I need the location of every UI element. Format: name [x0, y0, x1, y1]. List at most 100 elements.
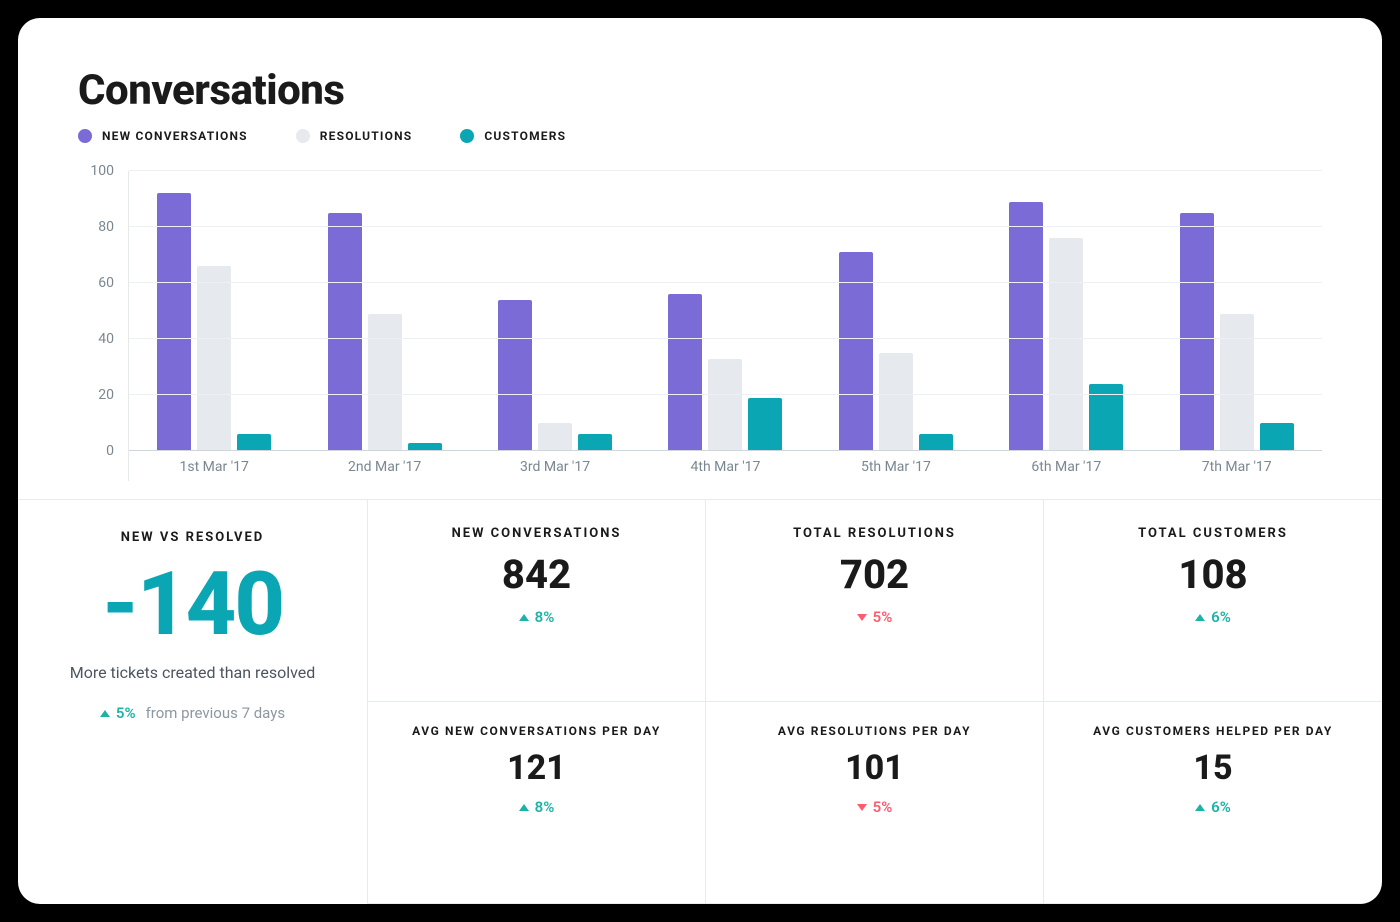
gridline	[129, 338, 1322, 339]
metric-label: AVG RESOLUTIONS PER DAY	[778, 724, 971, 738]
caret-up-icon	[519, 614, 529, 621]
caret-down-icon	[857, 804, 867, 811]
metric-label: NEW CONVERSATIONS	[452, 526, 622, 541]
metric-new-conversations: NEW CONVERSATIONS 842 8%	[368, 500, 706, 702]
metric-delta: 5%	[857, 608, 893, 626]
bar	[879, 353, 913, 451]
metric-delta: 8%	[519, 608, 555, 626]
bar	[668, 294, 702, 451]
delta-percent: 6%	[1211, 798, 1231, 816]
legend-swatch	[296, 129, 310, 143]
metric-delta: 6%	[1195, 798, 1231, 816]
metric-value: 842	[502, 551, 571, 598]
metric-value: 108	[1178, 551, 1247, 598]
metric-value: -140	[102, 561, 283, 649]
metrics-grid: NEW VS RESOLVED -140 More tickets create…	[18, 499, 1382, 904]
metric-delta: 8%	[519, 798, 555, 816]
legend-item: RESOLUTIONS	[296, 129, 413, 143]
metric-label: AVG NEW CONVERSATIONS PER DAY	[412, 724, 661, 738]
bar	[1009, 202, 1043, 451]
metric-label: AVG CUSTOMERS HELPED PER DAY	[1093, 724, 1333, 738]
chart-bar-groups	[129, 171, 1322, 451]
legend-label: CUSTOMERS	[484, 129, 566, 143]
metric-value: 15	[1193, 748, 1232, 788]
x-tick-label: 1st Mar '17	[129, 451, 299, 481]
gridline	[129, 170, 1322, 171]
metric-caption: More tickets created than resolved	[70, 663, 316, 682]
chart-container: 020406080100 1st Mar '172nd Mar '173rd M…	[18, 171, 1382, 499]
metric-value: 121	[507, 748, 566, 788]
metric-delta: 6%	[1195, 608, 1231, 626]
x-tick-label: 4th Mar '17	[640, 451, 810, 481]
bar-group	[1152, 171, 1322, 451]
y-tick-label: 60	[98, 275, 114, 291]
legend-swatch	[460, 129, 474, 143]
bar-group	[640, 171, 810, 451]
bar	[1220, 314, 1254, 451]
chart-plot-area: 1st Mar '172nd Mar '173rd Mar '174th Mar…	[128, 171, 1322, 481]
bar-group	[299, 171, 469, 451]
chart-x-axis: 1st Mar '172nd Mar '173rd Mar '174th Mar…	[129, 451, 1322, 481]
bar	[919, 434, 953, 451]
metric-avg-customers-per-day: AVG CUSTOMERS HELPED PER DAY 15 6%	[1044, 702, 1382, 904]
y-tick-label: 80	[98, 219, 114, 235]
caret-up-icon	[100, 710, 110, 717]
metric-delta: 5% from previous 7 days	[100, 704, 285, 722]
bar	[578, 434, 612, 451]
x-tick-label: 3rd Mar '17	[470, 451, 640, 481]
bar-group	[811, 171, 981, 451]
delta-percent: 6%	[1211, 608, 1231, 626]
bar	[708, 359, 742, 451]
bar	[328, 213, 362, 451]
bar-group	[470, 171, 640, 451]
delta-percent: 5%	[873, 608, 893, 626]
metric-new-vs-resolved: NEW VS RESOLVED -140 More tickets create…	[18, 500, 368, 904]
chart-y-axis: 020406080100	[78, 171, 128, 481]
delta-percent: 5%	[116, 704, 136, 722]
legend-label: NEW CONVERSATIONS	[102, 129, 248, 143]
delta-percent: 8%	[535, 608, 555, 626]
caret-down-icon	[857, 614, 867, 621]
bar-group	[129, 171, 299, 451]
metric-label: TOTAL CUSTOMERS	[1138, 526, 1288, 541]
x-tick-label: 6th Mar '17	[981, 451, 1151, 481]
y-tick-label: 40	[98, 331, 114, 347]
conversations-bar-chart: 020406080100 1st Mar '172nd Mar '173rd M…	[78, 171, 1322, 481]
dashboard-card: Conversations NEW CONVERSATIONS RESOLUTIO…	[18, 18, 1382, 904]
delta-suffix: from previous 7 days	[146, 704, 286, 722]
gridline	[129, 226, 1322, 227]
y-tick-label: 0	[106, 443, 114, 459]
bar	[1260, 423, 1294, 451]
legend-item: NEW CONVERSATIONS	[78, 129, 248, 143]
metric-label: TOTAL RESOLUTIONS	[793, 526, 956, 541]
x-tick-label: 7th Mar '17	[1152, 451, 1322, 481]
bar	[748, 398, 782, 451]
metric-avg-new-per-day: AVG NEW CONVERSATIONS PER DAY 121 8%	[368, 702, 706, 904]
y-tick-label: 20	[98, 387, 114, 403]
metric-avg-resolutions-per-day: AVG RESOLUTIONS PER DAY 101 5%	[706, 702, 1044, 904]
legend-item: CUSTOMERS	[460, 129, 566, 143]
bar	[498, 300, 532, 451]
header-section: Conversations NEW CONVERSATIONS RESOLUTIO…	[18, 18, 1382, 171]
metric-delta: 5%	[857, 798, 893, 816]
bar	[1180, 213, 1214, 451]
delta-percent: 5%	[873, 798, 893, 816]
bar	[237, 434, 271, 451]
gridline	[129, 394, 1322, 395]
delta-percent: 8%	[535, 798, 555, 816]
caret-up-icon	[1195, 614, 1205, 621]
caret-up-icon	[519, 804, 529, 811]
bar	[538, 423, 572, 451]
gridline	[129, 282, 1322, 283]
bar	[368, 314, 402, 451]
metric-total-resolutions: TOTAL RESOLUTIONS 702 5%	[706, 500, 1044, 702]
chart-legend: NEW CONVERSATIONS RESOLUTIONS CUSTOMERS	[78, 129, 1322, 143]
bar	[197, 266, 231, 451]
metric-value: 101	[845, 748, 904, 788]
page-title: Conversations	[78, 66, 1322, 115]
metric-value: 702	[840, 551, 909, 598]
bar-group	[981, 171, 1151, 451]
caret-up-icon	[1195, 804, 1205, 811]
bar	[157, 193, 191, 451]
legend-label: RESOLUTIONS	[320, 129, 413, 143]
